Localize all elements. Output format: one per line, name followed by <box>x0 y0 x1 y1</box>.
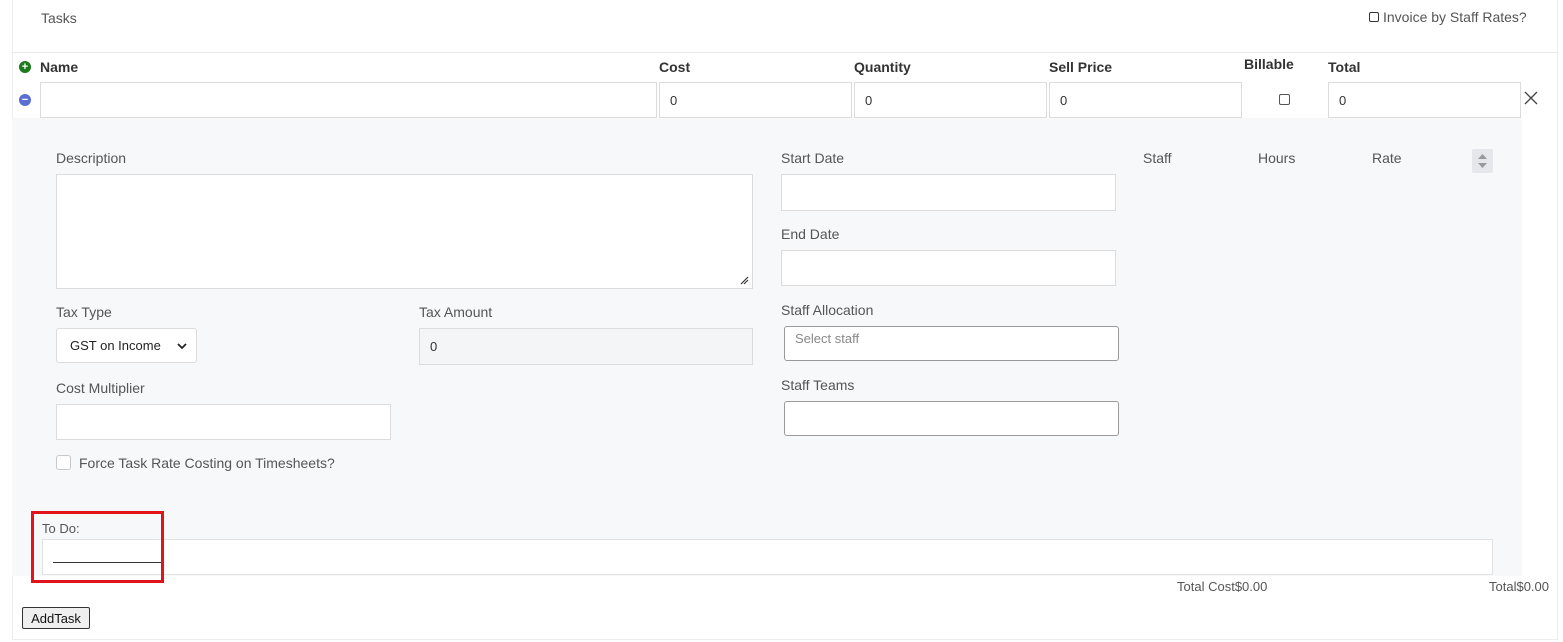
total-value: $0.00 <box>1516 579 1550 594</box>
description-textarea[interactable] <box>56 174 753 289</box>
staff-allocation-label: Staff Allocation <box>781 302 874 318</box>
force-task-rate-checkbox[interactable] <box>56 455 71 470</box>
staff-column-label: Staff <box>1143 150 1172 166</box>
cost-multiplier-label: Cost Multiplier <box>56 380 145 396</box>
tax-amount-field: 0 <box>419 328 753 365</box>
tax-type-select[interactable]: GST on Income <box>56 328 197 363</box>
add-task-button[interactable]: AddTask <box>22 607 90 629</box>
column-header-sell-price: Sell Price <box>1049 59 1113 75</box>
column-header-billable: Billable <box>1244 56 1294 72</box>
end-date-input[interactable] <box>781 250 1116 286</box>
rate-column-label: Rate <box>1372 150 1402 166</box>
total-label: Total <box>1489 579 1517 594</box>
staff-allocation-select[interactable]: Select staff <box>784 326 1119 361</box>
invoice-by-staff-rates-checkbox[interactable] <box>1369 12 1379 22</box>
force-task-rate-label: Force Task Rate Costing on Timesheets? <box>79 455 335 471</box>
total-cost-value: $0.00 <box>1234 579 1268 594</box>
billable-checkbox[interactable] <box>1279 94 1290 105</box>
remove-row-icon[interactable]: − <box>19 94 31 106</box>
task-total-input[interactable]: 0 <box>1328 82 1521 118</box>
invoice-by-staff-rates-label: Invoice by Staff Rates? <box>1383 9 1527 25</box>
invoice-by-staff-rates-toggle[interactable]: Invoice by Staff Rates? <box>1369 9 1527 25</box>
end-date-label: End Date <box>781 226 840 242</box>
spinner-arrows-icon[interactable] <box>1472 149 1493 173</box>
task-cost-input[interactable]: 0 <box>659 82 852 118</box>
add-row-icon[interactable]: + <box>19 61 31 73</box>
staff-allocation-placeholder: Select staff <box>795 331 860 346</box>
start-date-label: Start Date <box>781 150 845 166</box>
hours-column-label: Hours <box>1258 150 1296 166</box>
column-header-name: Name <box>40 59 79 75</box>
highlight-box <box>31 511 164 583</box>
total-cost-label: Total Cost <box>1177 579 1235 594</box>
start-date-input[interactable] <box>781 174 1116 211</box>
staff-teams-label: Staff Teams <box>781 377 855 393</box>
chevron-down-icon <box>177 343 187 350</box>
cost-multiplier-input[interactable] <box>56 404 391 440</box>
header-divider <box>12 52 1558 53</box>
task-sell-price-input[interactable]: 0 <box>1049 82 1242 118</box>
total-summary: Total$0.00 <box>1489 579 1549 594</box>
tax-amount-label: Tax Amount <box>419 304 493 320</box>
total-cost-summary: Total Cost$0.00 <box>1177 579 1267 594</box>
description-label: Description <box>56 150 127 166</box>
staff-teams-select[interactable] <box>784 401 1119 436</box>
column-header-total: Total <box>1328 59 1361 75</box>
resize-grip-icon[interactable] <box>739 275 749 285</box>
column-header-quantity: Quantity <box>854 59 911 75</box>
section-title: Tasks <box>41 10 77 26</box>
tax-type-value: GST on Income <box>70 338 161 353</box>
column-header-cost: Cost <box>659 59 691 75</box>
task-quantity-input[interactable]: 0 <box>854 82 1047 118</box>
task-name-input[interactable] <box>40 82 657 118</box>
tax-type-label: Tax Type <box>56 304 112 320</box>
close-icon[interactable] <box>1524 91 1538 105</box>
todo-input[interactable] <box>42 539 1493 575</box>
